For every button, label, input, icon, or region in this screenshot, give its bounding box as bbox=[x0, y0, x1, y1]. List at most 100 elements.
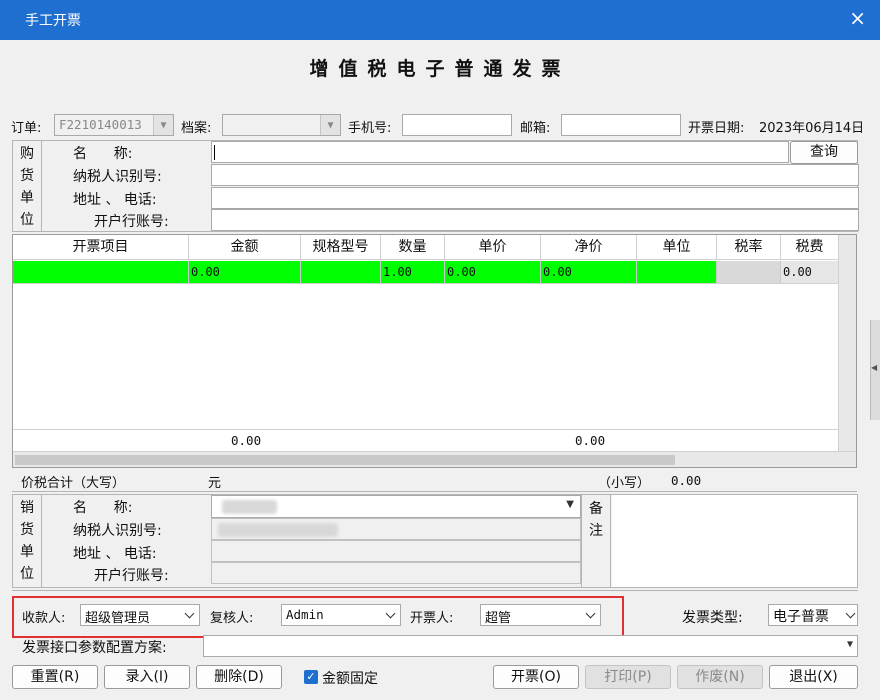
date-value: 2023年06月14日 bbox=[759, 121, 865, 136]
close-icon[interactable]: × bbox=[849, 8, 866, 28]
phone-label: 手机号: bbox=[348, 121, 392, 136]
invoice-type-value: 电子普票 bbox=[773, 609, 829, 625]
fixed-amount-label[interactable]: 金额固定 bbox=[322, 668, 378, 688]
cell-net-price[interactable]: 0.00 bbox=[541, 261, 637, 283]
buyer-address-input[interactable] bbox=[211, 187, 859, 209]
buyer-tax-id-input[interactable] bbox=[211, 164, 859, 186]
void-button[interactable]: 作废(N) bbox=[677, 665, 763, 689]
caret-left-icon: ◀ bbox=[871, 363, 878, 372]
table-row[interactable]: 0.00 1.00 0.00 0.00 0.00 bbox=[13, 260, 838, 284]
print-button[interactable]: 打印(P) bbox=[585, 665, 671, 689]
issue-button[interactable]: 开票(O) bbox=[493, 665, 579, 689]
payee-label: 收款人: bbox=[22, 611, 66, 626]
cell-quantity[interactable]: 1.00 bbox=[381, 261, 445, 283]
seller-section-label: 销 货 单 位 bbox=[13, 497, 41, 585]
totals-line: 价税合计（大写） 元 （小写） 0.00 bbox=[12, 470, 857, 492]
cell-unit[interactable] bbox=[637, 261, 717, 283]
reviewer-value: Admin bbox=[286, 607, 324, 622]
payee-select[interactable]: 超级管理员 bbox=[80, 604, 200, 626]
cell-item[interactable] bbox=[13, 261, 189, 283]
column-header[interactable]: 开票项目 bbox=[13, 235, 189, 259]
payee-value: 超级管理员 bbox=[85, 611, 151, 626]
config-select[interactable]: ▼ bbox=[203, 635, 858, 657]
chevron-down-icon bbox=[179, 605, 199, 625]
column-header[interactable]: 金额 bbox=[189, 235, 301, 259]
chevron-down-icon bbox=[580, 605, 600, 625]
column-header[interactable]: 规格型号 bbox=[301, 235, 381, 259]
buyer-bank-label: 开户行账号: bbox=[94, 214, 169, 230]
order-label: 订单: bbox=[11, 121, 42, 136]
scrollbar-thumb[interactable] bbox=[15, 455, 675, 465]
issuer-value: 超管 bbox=[485, 611, 512, 626]
column-header[interactable]: 单价 bbox=[445, 235, 541, 259]
seller-bank-label: 开户行账号: bbox=[94, 568, 169, 584]
invoice-type-label: 发票类型: bbox=[682, 610, 743, 626]
cell-tax[interactable]: 0.00 bbox=[781, 261, 838, 283]
remarks-label: 备 注 bbox=[581, 495, 611, 587]
buyer-char: 购 bbox=[20, 146, 34, 162]
total-net: 0.00 bbox=[575, 433, 606, 448]
order-select[interactable]: F2210140013 ▼ bbox=[54, 114, 174, 136]
seller-tax-id-field bbox=[211, 518, 581, 540]
seller-section: 销 货 单 位 名 称: 纳税人识别号: 地址 、 电话: 开户行账号: ▼ 备… bbox=[12, 494, 858, 588]
date-label: 开票日期: bbox=[688, 121, 745, 136]
cell-unit-price[interactable]: 0.00 bbox=[445, 261, 541, 283]
caret-down-icon: ▼ bbox=[846, 639, 853, 650]
reviewer-label: 复核人: bbox=[210, 611, 254, 626]
buyer-char: 位 bbox=[20, 212, 34, 228]
entry-button[interactable]: 录入(I) bbox=[104, 665, 190, 689]
seller-address-label: 地址 、 电话: bbox=[73, 546, 157, 562]
cell-tax-rate[interactable] bbox=[717, 261, 781, 283]
seller-char: 位 bbox=[20, 566, 34, 582]
buyer-name-input[interactable] bbox=[211, 141, 789, 163]
fixed-amount-checkbox[interactable]: ✓ bbox=[304, 670, 318, 684]
seller-address-field bbox=[211, 540, 581, 562]
buyer-tax-id-label: 纳税人识别号: bbox=[73, 169, 162, 185]
seller-name-select[interactable]: ▼ bbox=[211, 495, 581, 518]
column-header[interactable]: 净价 bbox=[541, 235, 637, 259]
archive-label: 档案: bbox=[181, 121, 212, 136]
remarks-textarea[interactable] bbox=[612, 495, 857, 587]
seller-tax-id-label: 纳税人识别号: bbox=[73, 523, 162, 539]
exit-button[interactable]: 退出(X) bbox=[769, 665, 858, 689]
seller-name-label: 名 称: bbox=[73, 500, 133, 516]
total-lower-value: 0.00 bbox=[671, 473, 702, 488]
phone-input[interactable] bbox=[402, 114, 512, 136]
email-label: 邮箱: bbox=[520, 121, 551, 136]
table-header: 开票项目 金额 规格型号 数量 单价 净价 单位 税率 税费 bbox=[13, 235, 838, 260]
window-titlebar: 手工开票 × bbox=[0, 0, 880, 40]
email-input[interactable] bbox=[561, 114, 681, 136]
column-header[interactable]: 税费 bbox=[781, 235, 838, 259]
redacted-text bbox=[218, 523, 338, 537]
reviewer-select[interactable]: Admin bbox=[281, 604, 401, 626]
cell-amount[interactable]: 0.00 bbox=[189, 261, 301, 283]
seller-char: 货 bbox=[20, 522, 34, 538]
total-amount: 0.00 bbox=[231, 433, 262, 448]
reset-button[interactable]: 重置(R) bbox=[12, 665, 98, 689]
cell-spec[interactable] bbox=[301, 261, 381, 283]
caret-down-icon: ▼ bbox=[566, 499, 574, 510]
issuer-select[interactable]: 超管 bbox=[480, 604, 601, 626]
chevron-down-icon bbox=[380, 605, 400, 625]
buyer-section-label: 购 货 单 位 bbox=[13, 143, 41, 231]
column-header[interactable]: 数量 bbox=[381, 235, 445, 259]
items-table: 开票项目 金额 规格型号 数量 单价 净价 单位 税率 税费 0.00 1.00… bbox=[12, 234, 857, 468]
seller-char: 单 bbox=[20, 544, 34, 560]
horizontal-scrollbar[interactable] bbox=[13, 451, 856, 467]
invoice-type-select[interactable]: 电子普票 bbox=[768, 604, 858, 626]
buyer-section: 购 货 单 位 名 称: 纳税人识别号: 地址 、 电话: 开户行账号: 查询 bbox=[12, 140, 859, 232]
vertical-scrollbar[interactable] bbox=[838, 235, 856, 451]
total-upper-label: 价税合计（大写） bbox=[21, 476, 126, 491]
archive-select[interactable]: ▼ bbox=[222, 114, 341, 136]
remarks-char: 备 bbox=[589, 501, 603, 517]
side-splitter[interactable]: ◀ bbox=[870, 320, 880, 420]
buyer-char: 单 bbox=[20, 190, 34, 206]
column-header[interactable]: 税率 bbox=[717, 235, 781, 259]
query-button[interactable]: 查询 bbox=[790, 141, 858, 164]
delete-button[interactable]: 删除(D) bbox=[196, 665, 282, 689]
buyer-char: 货 bbox=[20, 168, 34, 184]
buyer-bank-input[interactable] bbox=[211, 209, 859, 231]
column-header[interactable]: 单位 bbox=[637, 235, 717, 259]
config-label: 发票接口参数配置方案: bbox=[22, 640, 167, 656]
total-upper-value: 元 bbox=[208, 476, 222, 491]
